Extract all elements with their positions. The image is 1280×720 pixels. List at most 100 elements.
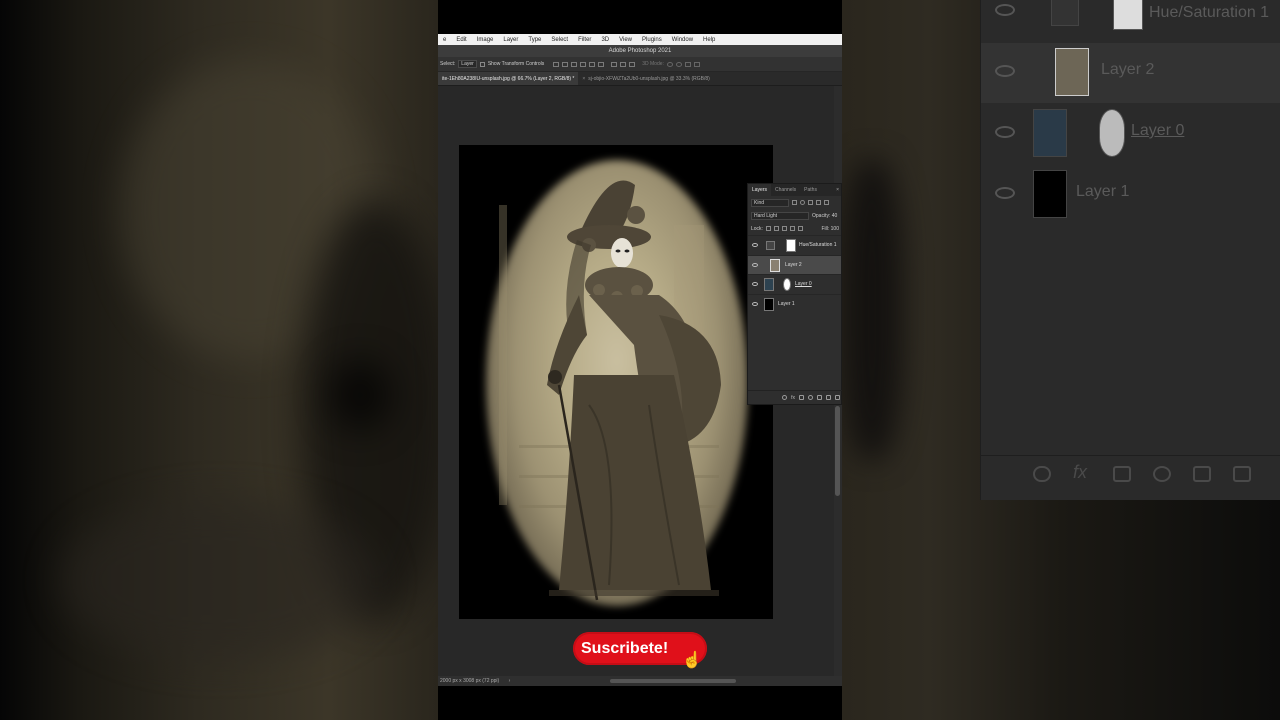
distribute-icon[interactable]: [629, 61, 636, 67]
layer-row-hue-saturation[interactable]: Hue/Saturation 1: [748, 235, 841, 255]
pointing-hand-icon: ☝: [682, 652, 702, 669]
menu-window[interactable]: Window: [667, 37, 698, 43]
lock-artboard-icon[interactable]: [789, 226, 795, 231]
kind-filter-dropdown[interactable]: Kind: [751, 198, 789, 207]
blurred-background-right: Hue/Saturation 1 Layer 2 Layer 0 Layer 1: [842, 0, 1280, 720]
tab-channels[interactable]: Channels: [771, 184, 800, 196]
eye-icon: [995, 4, 1015, 16]
fx-icon[interactable]: fx: [791, 395, 795, 401]
smart-object-filter-icon[interactable]: [824, 200, 829, 205]
shape-filter-icon[interactable]: [816, 200, 821, 205]
menu-bar: e Edit Image Layer Type Select Filter 3D…: [438, 34, 842, 45]
3d-slide-icon[interactable]: [693, 61, 700, 67]
align-center-icon[interactable]: [562, 61, 569, 67]
eye-icon: [995, 65, 1015, 77]
transform-controls-checkbox[interactable]: [479, 61, 485, 67]
type-filter-icon[interactable]: [808, 200, 813, 205]
menu-image[interactable]: Image: [472, 37, 499, 43]
lock-position-icon[interactable]: [781, 226, 787, 231]
align-top-icon[interactable]: [580, 61, 587, 67]
menu-select[interactable]: Select: [546, 37, 573, 43]
scrollbar-thumb[interactable]: [835, 406, 840, 496]
subscribe-button[interactable]: Suscribete! ☝: [573, 632, 707, 669]
adjustment-layer-icon: [766, 241, 775, 250]
transform-controls-label: Show Transform Controls: [487, 61, 545, 67]
eye-icon[interactable]: [752, 243, 758, 247]
layer-name: Hue/Saturation 1: [799, 242, 837, 248]
3d-mode-label: 3D Mode:: [642, 61, 664, 67]
trash-icon[interactable]: [835, 395, 840, 400]
layer-thumbnail: [1033, 170, 1067, 218]
fill-field[interactable]: Fill: 100: [821, 226, 841, 232]
opacity-field[interactable]: Opacity: 40: [812, 213, 837, 219]
align-bottom-icon[interactable]: [598, 61, 605, 67]
blend-mode-dropdown[interactable]: Hard Light: [751, 211, 809, 220]
app-title: Adobe Photoshop 2021: [438, 45, 842, 57]
close-icon[interactable]: ×: [836, 187, 841, 193]
layer-row-layer-2[interactable]: Layer 2: [748, 254, 841, 274]
eye-icon: [995, 126, 1015, 138]
tab-second-document[interactable]: × sj-objio-XFWiZTa2Ub0-unsplash.jpg @ 33.…: [578, 72, 713, 85]
photoshop-window: e Edit Image Layer Type Select Filter 3D…: [438, 0, 842, 720]
menu-help[interactable]: Help: [698, 37, 720, 43]
menu-view[interactable]: View: [614, 37, 637, 43]
layer-thumbnail: [764, 278, 774, 291]
menu-3d[interactable]: 3D: [596, 37, 614, 43]
eye-icon[interactable]: [752, 262, 758, 267]
align-right-icon[interactable]: [571, 61, 578, 67]
layers-panel-bottom-bar: fx: [748, 390, 842, 404]
eye-icon[interactable]: [752, 282, 758, 286]
mirror-layer-name: Layer 0: [1131, 122, 1185, 139]
3d-rotate-icon[interactable]: [666, 61, 673, 67]
horizontal-scrollbar[interactable]: [610, 679, 736, 683]
document-canvas[interactable]: [459, 145, 773, 619]
fx-icon: fx: [1073, 462, 1088, 482]
layer-row-layer-0[interactable]: Layer 0: [748, 274, 841, 294]
lock-transparent-icon[interactable]: [765, 226, 771, 231]
link-icon[interactable]: [782, 395, 788, 400]
folder-icon: [1193, 466, 1211, 482]
distribute-icon[interactable]: [611, 61, 618, 67]
menu-edit[interactable]: Edit: [451, 37, 471, 43]
distribute-icon[interactable]: [620, 61, 627, 67]
3d-pan-icon[interactable]: [684, 61, 691, 67]
tab-layers[interactable]: Layers: [748, 184, 772, 196]
document-dimensions: 2000 px x 3008 px (72 ppi): [440, 678, 500, 684]
tab-paths[interactable]: Paths: [800, 184, 821, 196]
add-mask-icon[interactable]: [799, 395, 804, 400]
lock-all-icon[interactable]: [797, 226, 803, 231]
tab-active-document[interactable]: ite-1Eh80A238IU-unsplash.jpg @ 66.7% (La…: [438, 72, 579, 85]
menu-filter[interactable]: Filter: [573, 37, 596, 43]
layer-name: Layer 0: [795, 281, 812, 287]
menu-item[interactable]: e: [438, 37, 451, 43]
mask-icon: [1113, 466, 1131, 482]
layer-filter-row: Kind: [748, 196, 841, 209]
adjustment-filter-icon[interactable]: [800, 200, 805, 205]
layer-name: Layer 1: [778, 300, 795, 307]
folder-icon[interactable]: [817, 395, 822, 400]
new-layer-icon: [1233, 466, 1251, 482]
close-icon[interactable]: ×: [582, 76, 585, 82]
screen: Hue/Saturation 1 Layer 2 Layer 0 Layer 1: [0, 0, 1280, 720]
menu-plugins[interactable]: Plugins: [637, 37, 667, 43]
select-label: Select:: [440, 61, 456, 67]
new-layer-icon[interactable]: [826, 395, 831, 400]
auto-select-dropdown[interactable]: Layer: [458, 60, 477, 68]
adjustment-layer-button-icon[interactable]: [808, 395, 813, 400]
layers-panel: Layers Channels Paths × Kind Hard Light …: [747, 183, 842, 405]
eye-icon[interactable]: [752, 301, 758, 306]
align-left-icon[interactable]: [553, 61, 560, 67]
lock-image-icon[interactable]: [773, 226, 779, 231]
layer-thumbnail: [764, 297, 774, 311]
3d-roll-icon[interactable]: [675, 61, 682, 67]
layer-row-layer-1[interactable]: Layer 1: [748, 293, 841, 314]
pixel-filter-icon[interactable]: [792, 200, 797, 205]
blend-row: Hard Light Opacity: 40: [748, 209, 841, 222]
layer-name: Layer 2: [785, 261, 802, 268]
status-chevron-icon[interactable]: ›: [509, 678, 511, 684]
lock-row: Lock: Fill: 100: [748, 222, 841, 235]
blurred-background-left: [0, 0, 438, 720]
align-middle-icon[interactable]: [589, 61, 596, 67]
menu-type[interactable]: Type: [523, 37, 546, 43]
menu-layer[interactable]: Layer: [498, 37, 523, 43]
